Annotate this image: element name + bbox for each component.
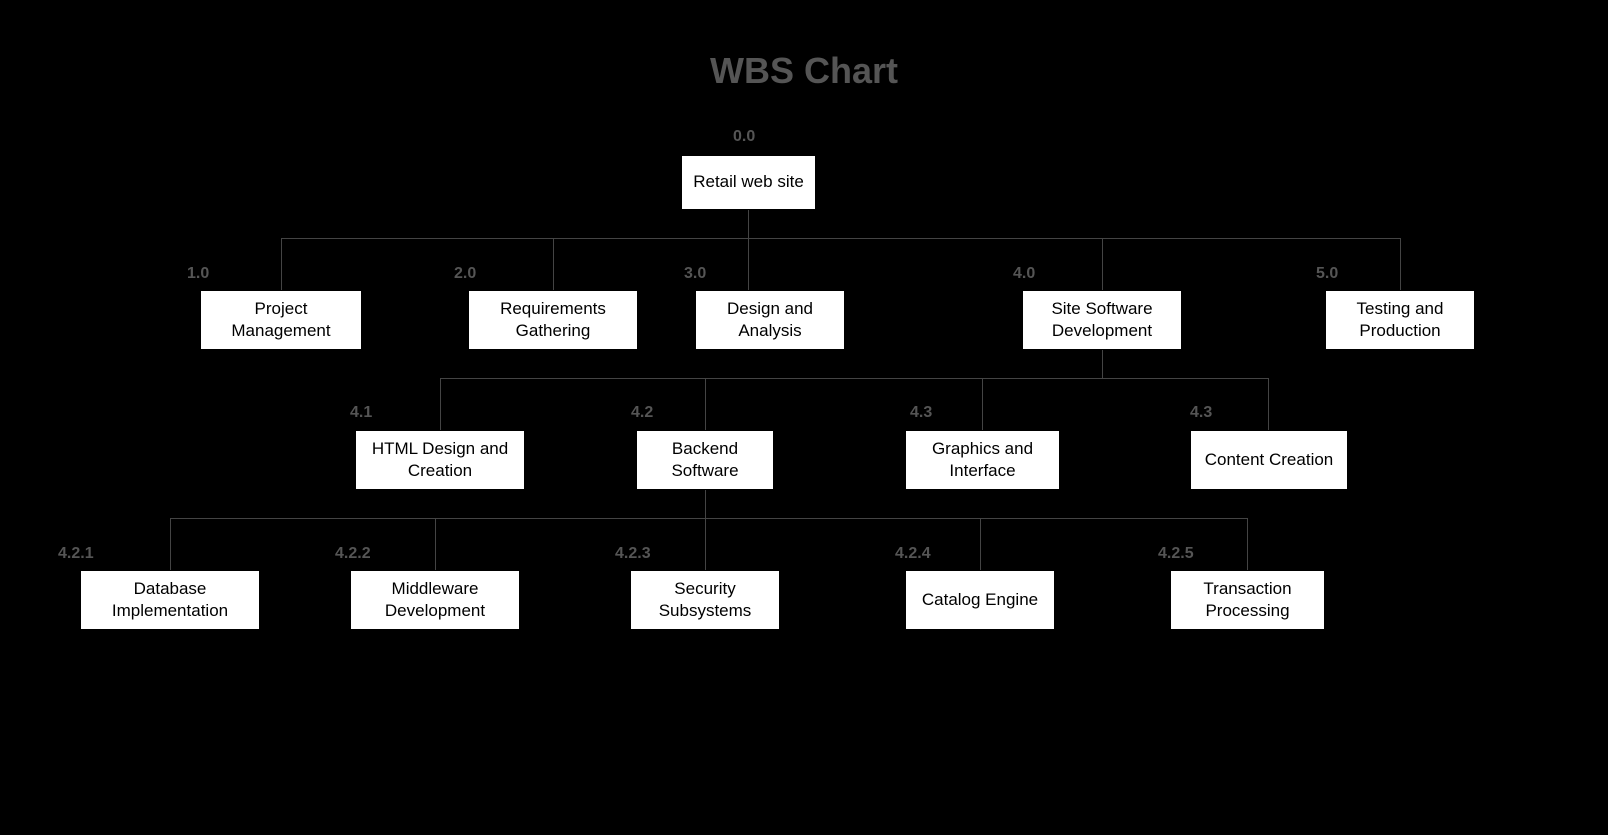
connector (170, 518, 171, 571)
node-label: Database Implementation (87, 578, 253, 622)
node-num: 4.0 (1013, 265, 1035, 283)
node-num: 4.2.3 (615, 545, 651, 563)
node-label: Transaction Processing (1177, 578, 1318, 622)
node-num: 1.0 (187, 265, 209, 283)
node-l1: Design and Analysis (695, 290, 845, 350)
connector (440, 378, 441, 431)
connector (1400, 238, 1401, 290)
connector (553, 238, 554, 290)
connector (980, 518, 981, 571)
node-label: Design and Analysis (702, 298, 838, 342)
node-l1: Project Management (200, 290, 362, 350)
node-num: 4.2.5 (1158, 545, 1194, 563)
node-l3: Catalog Engine (905, 570, 1055, 630)
connector (1268, 378, 1269, 431)
connector (705, 518, 706, 571)
connector (1102, 238, 1103, 290)
connector (705, 378, 706, 431)
node-num: 4.2.4 (895, 545, 931, 563)
node-label: Project Management (207, 298, 355, 342)
node-l3: Middleware Development (350, 570, 520, 630)
connector (440, 378, 1269, 379)
node-label: Backend Software (643, 438, 767, 482)
node-num: 2.0 (454, 265, 476, 283)
node-l1: Requirements Gathering (468, 290, 638, 350)
node-l2: Content Creation (1190, 430, 1348, 490)
node-num: 4.2.1 (58, 545, 94, 563)
node-label: Requirements Gathering (475, 298, 631, 342)
connector (748, 210, 749, 238)
node-l3: Transaction Processing (1170, 570, 1325, 630)
node-label: HTML Design and Creation (362, 438, 518, 482)
node-label: Security Subsystems (637, 578, 773, 622)
connector (170, 518, 1248, 519)
node-l1: Testing and Production (1325, 290, 1475, 350)
node-l3: Security Subsystems (630, 570, 780, 630)
node-l1: Site Software Development (1022, 290, 1182, 350)
connector (1102, 350, 1103, 378)
node-label: Retail web site (693, 171, 804, 193)
node-l2: HTML Design and Creation (355, 430, 525, 490)
connector (281, 238, 1401, 239)
node-num: 3.0 (684, 265, 706, 283)
node-label: Catalog Engine (922, 589, 1038, 611)
node-num: 4.2.2 (335, 545, 371, 563)
node-label: Middleware Development (357, 578, 513, 622)
node-num: 4.3 (910, 404, 932, 422)
connector (1247, 518, 1248, 571)
node-root: Retail web site (681, 155, 816, 210)
node-num: 4.2 (631, 404, 653, 422)
chart-title: WBS Chart (710, 50, 898, 92)
node-l2: Graphics and Interface (905, 430, 1060, 490)
connector (705, 490, 706, 518)
node-l3: Database Implementation (80, 570, 260, 630)
connector (435, 518, 436, 571)
node-label: Graphics and Interface (912, 438, 1053, 482)
node-l2: Backend Software (636, 430, 774, 490)
connector (281, 238, 282, 290)
connector (982, 378, 983, 431)
node-label: Testing and Production (1332, 298, 1468, 342)
node-num: 4.1 (350, 404, 372, 422)
node-num: 4.3 (1190, 404, 1212, 422)
node-label: Content Creation (1205, 449, 1334, 471)
node-num: 5.0 (1316, 265, 1338, 283)
node-label: Site Software Development (1029, 298, 1175, 342)
connector (748, 238, 749, 290)
node-num-root: 0.0 (733, 128, 755, 146)
